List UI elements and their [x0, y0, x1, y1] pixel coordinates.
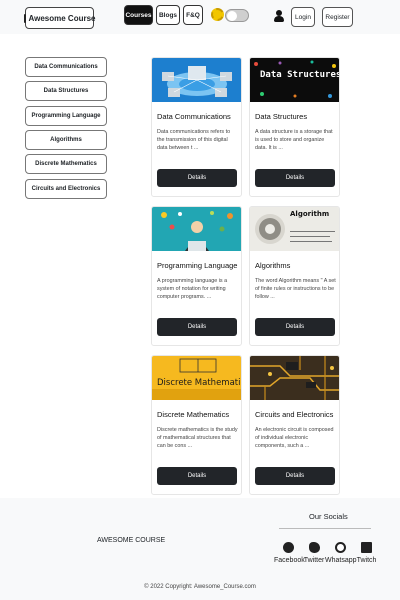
card-text: A data structure is a storage that is us… — [255, 129, 333, 152]
nav-blogs[interactable]: Blogs — [156, 5, 180, 25]
card-text: Data communications refers to the transm… — [157, 129, 231, 152]
social-label: Facebook — [274, 557, 305, 564]
image-caption: Algorithm — [290, 210, 330, 218]
details-button[interactable]: Details — [255, 467, 335, 485]
register-button[interactable]: Register — [322, 7, 353, 27]
card-title: Programming Language — [157, 261, 238, 270]
card-title: Discrete Mathematics — [157, 410, 230, 419]
footer-brand: AWESOME COURSE — [97, 537, 166, 544]
sidebar-item-data-communications[interactable]: Data Communications — [25, 57, 107, 77]
divider — [279, 528, 371, 529]
user-icon[interactable] — [274, 10, 284, 22]
course-card: Circuits and Electronics An electronic c… — [249, 355, 340, 495]
card-text: An electronic circuit is composed of ind… — [255, 427, 334, 450]
brand-label: Awesome Course — [28, 13, 96, 23]
social-twitch[interactable]: Twitch — [356, 542, 377, 564]
card-text: The word Algorithm means " A set of fini… — [255, 278, 336, 301]
details-button[interactable]: Details — [157, 318, 237, 336]
card-text: Discrete mathematics is the study of mat… — [157, 427, 238, 450]
course-card: Data Structures Data Structures A data s… — [249, 57, 340, 197]
navbar: Awesome Course Courses Blogs F&Q Login R… — [0, 0, 400, 34]
details-button[interactable]: Details — [157, 169, 237, 187]
sidebar-item-programming-language[interactable]: Programming Language — [25, 106, 107, 126]
whatsapp-icon — [335, 542, 346, 553]
social-label: Whatsapp — [325, 557, 357, 564]
sidebar-item-algorithms[interactable]: Algorithms — [25, 130, 107, 150]
nav-fq[interactable]: F&Q — [183, 5, 203, 25]
image-caption: Data Structures — [260, 70, 340, 80]
copyright: © 2022 Copyright: Awesome_Course.com — [144, 584, 256, 590]
socials-title: Our Socials — [309, 512, 348, 521]
facebook-icon — [282, 542, 294, 553]
card-title: Data Structures — [255, 112, 308, 121]
social-whatsapp[interactable]: Whatsapp — [325, 542, 357, 564]
image-caption: Discrete Mathematics — [157, 378, 242, 388]
card-title: Algorithms — [255, 261, 291, 270]
course-card: Programming Language A programming langu… — [151, 206, 242, 346]
sidebar-item-data-structures[interactable]: Data Structures — [25, 81, 107, 101]
card-title: Circuits and Electronics — [255, 410, 334, 419]
twitch-icon — [361, 542, 372, 553]
circuits-electronics-image — [250, 356, 339, 400]
card-title: Data Communications — [157, 112, 231, 121]
details-button[interactable]: Details — [255, 318, 335, 336]
brand-button[interactable]: Awesome Course — [23, 7, 96, 29]
data-communications-image — [152, 58, 241, 102]
course-card: Data Communications Data communications … — [151, 57, 242, 197]
course-card: Algorithm Algorithms The word Algorithm … — [249, 206, 340, 346]
algorithms-image: Algorithm — [250, 207, 339, 251]
twitter-icon — [308, 542, 320, 553]
data-structures-image: Data Structures — [250, 58, 340, 102]
login-button[interactable]: Login — [291, 7, 315, 27]
details-button[interactable]: Details — [157, 467, 237, 485]
social-label: Twitch — [356, 557, 377, 564]
toggle-knob — [227, 11, 237, 21]
sun-icon — [211, 8, 224, 21]
discrete-mathematics-image: Discrete Mathematics — [152, 356, 242, 400]
details-button[interactable]: Details — [255, 169, 335, 187]
book-icon — [23, 13, 26, 23]
sidebar-item-circuits-electronics[interactable]: Circuits and Electronics — [25, 179, 107, 199]
sidebar-item-discrete-mathematics[interactable]: Discrete Mathematics — [25, 154, 107, 174]
social-twitter[interactable]: Twitter — [303, 542, 325, 564]
course-card: Discrete Mathematics Discrete Mathematic… — [151, 355, 242, 495]
social-label: Twitter — [303, 557, 325, 564]
footer: AWESOME COURSE Our Socials Facebook Twit… — [0, 498, 400, 600]
theme-toggle[interactable] — [211, 6, 249, 24]
social-facebook[interactable]: Facebook — [274, 542, 305, 564]
card-text: A programming language is a system of no… — [157, 278, 228, 301]
programming-language-image — [152, 207, 241, 251]
toggle-track — [225, 9, 249, 22]
nav-courses[interactable]: Courses — [124, 5, 153, 25]
